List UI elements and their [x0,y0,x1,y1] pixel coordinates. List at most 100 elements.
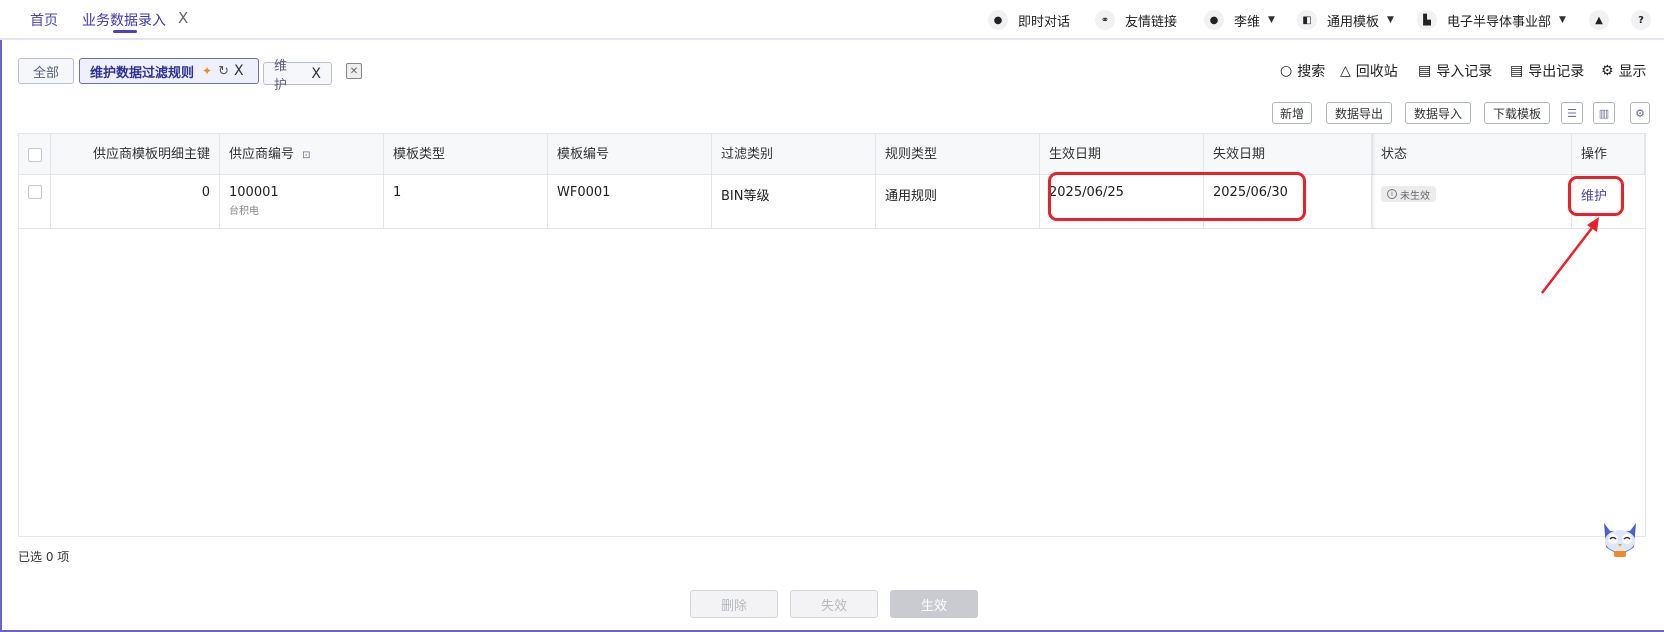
links-label: 友情链接 [1125,14,1178,30]
col-filter-category[interactable]: 过滤类别 [712,134,876,175]
cell-rule-type: 通用规则 [876,175,1040,229]
close-tab-icon[interactable]: X [311,66,321,82]
display-button[interactable]: ⚙ 显示 [1601,61,1647,81]
delete-button[interactable]: 删除 [690,590,778,618]
export-button[interactable]: 数据导出 [1326,102,1392,124]
data-table: 供应商模板明细主键 供应商编号 ⊡ 模板类型 模板编号 过滤类别 规则类型 生效… [18,133,1646,537]
download-template-button[interactable]: 下载模板 [1484,102,1550,124]
tab-maintain-label: 维护 [274,58,288,93]
search-icon: ○ [1280,63,1293,79]
search-button[interactable]: ○ 搜索 [1280,61,1325,81]
tab-filter-rules[interactable]: 维护数据过滤规则 ✦ ↻ X [79,58,259,84]
table-header: 供应商模板明细主键 供应商编号 ⊡ 模板类型 模板编号 过滤类别 规则类型 生效… [19,134,1645,175]
cell-template-code: WF0001 [548,175,712,229]
refresh-icon[interactable]: ↻ [218,64,229,79]
add-button[interactable]: 新增 [1272,102,1312,124]
fixed-column-shadow [1372,134,1376,229]
chat-link[interactable]: ● 即时对话 [988,10,1070,30]
tab-all-label: 全部 [32,65,59,81]
cell-filter-category: BIN等级 [712,175,876,229]
col-effective-date[interactable]: 生效日期 [1040,134,1204,175]
tab-filter-rules-label: 维护数据过滤规则 [90,65,195,81]
date-range-highlight [1048,172,1306,221]
header-select-cell [19,134,51,175]
invalidate-button[interactable]: 失效 [790,590,878,618]
import-doc-icon: ▤ [1418,63,1432,79]
recycle-bin-button[interactable]: △ 回收站 [1340,61,1398,81]
cell-detail-id: 0 [51,175,220,229]
top-navigation: 首页 业务数据录入 X ● 即时对话 ⚭ 友情链接 ● 李维 ▼ ◧ 通用模板 … [0,0,1664,40]
close-tab-icon[interactable]: X [234,63,244,79]
close-tab-icon[interactable]: X [178,9,188,27]
link-icon: ⚭ [1095,10,1115,30]
chevron-down-icon: ▼ [1559,15,1566,25]
cell-supplier-code: 100001 [229,185,279,200]
friendly-links[interactable]: ⚭ 友情链接 [1095,10,1177,30]
left-border [0,40,2,632]
col-expiry-date[interactable]: 失效日期 [1204,134,1372,175]
template-menu[interactable]: ◧ 通用模板 ▼ [1297,10,1394,30]
chat-bubble-icon: ● [988,10,1008,30]
import-log-button[interactable]: ▤ 导入记录 [1418,61,1492,81]
select-all-checkbox[interactable] [28,148,42,162]
col-supplier-code[interactable]: 供应商编号 ⊡ [220,134,384,175]
template-label: 通用模板 [1327,14,1380,30]
export-doc-icon: ▤ [1510,63,1524,79]
activate-button[interactable]: 生效 [890,590,978,618]
tab-maintain[interactable]: 维护 X [263,59,332,93]
import-button[interactable]: 数据导入 [1405,102,1471,124]
division-menu[interactable]: ▙ 电子半导体事业部 ▼ [1417,10,1566,30]
cell-template-type: 1 [384,175,548,229]
row-select-cell [19,175,51,229]
chevron-down-icon: ▼ [1268,15,1275,25]
user-name: 李维 [1234,14,1261,30]
nav-home[interactable]: 首页 [30,10,58,30]
status-badge: i 未生效 [1381,186,1436,202]
status-label: 未生效 [1400,190,1430,202]
user-icon: ● [1204,10,1224,30]
annotation-arrow [1541,217,1599,294]
import-log-label: 导入记录 [1436,64,1493,80]
cell-supplier: 100001 台积电 [220,175,384,229]
col-status[interactable]: 状态 [1372,134,1572,175]
notification-button[interactable]: ▲ [1589,10,1609,30]
app-frame: 首页 业务数据录入 X ● 即时对话 ⚭ 友情链接 ● 李维 ▼ ◧ 通用模板 … [0,0,1664,632]
selection-count: 已选 0 项 [18,550,70,564]
col-template-type[interactable]: 模板类型 [384,134,548,175]
row-height-icon[interactable]: ☰ [1561,102,1583,124]
col-template-code[interactable]: 模板编号 [548,134,712,175]
export-log-button[interactable]: ▤ 导出记录 [1510,61,1584,81]
active-tab-indicator [113,30,137,33]
settings-icon[interactable]: ⚙ [1630,102,1650,124]
cell-supplier-name: 台积电 [229,206,259,217]
display-label: 显示 [1618,64,1647,80]
info-icon: i [1387,189,1397,199]
col-detail-id[interactable]: 供应商模板明细主键 [51,134,220,175]
column-filter-icon[interactable]: ⊡ [302,150,310,161]
recycle-label: 回收站 [1355,64,1398,80]
help-button[interactable]: ? [1631,10,1651,30]
user-menu[interactable]: ● 李维 ▼ [1204,10,1275,30]
bell-icon: ▲ [1589,10,1609,30]
pin-icon[interactable]: ✦ [202,64,212,78]
nav-tab-data-entry[interactable]: 业务数据录入 [82,10,166,30]
close-all-tabs-icon[interactable]: ✕ [346,63,362,79]
template-icon: ◧ [1297,10,1317,30]
chat-label: 即时对话 [1018,14,1071,30]
column-settings-icon[interactable]: ▥ [1593,102,1615,124]
chevron-down-icon: ▼ [1387,15,1394,25]
help-icon: ? [1631,10,1651,30]
export-log-label: 导出记录 [1528,64,1585,80]
search-label: 搜索 [1297,64,1326,80]
col-action: 操作 [1572,134,1645,175]
building-icon: ▙ [1417,10,1437,30]
assistant-mascot-icon[interactable] [1598,517,1642,559]
col-rule-type[interactable]: 规则类型 [876,134,1040,175]
table-row[interactable]: 0 100001 台积电 1 WF0001 BIN等级 通用规则 2025/06… [19,175,1645,229]
recycle-icon: △ [1340,63,1351,79]
tab-all[interactable]: 全部 [18,58,74,84]
row-checkbox[interactable] [28,185,42,199]
col-supplier-code-label: 供应商编号 [229,147,295,162]
display-settings-icon: ⚙ [1601,63,1614,79]
division-label: 电子半导体事业部 [1447,14,1552,30]
